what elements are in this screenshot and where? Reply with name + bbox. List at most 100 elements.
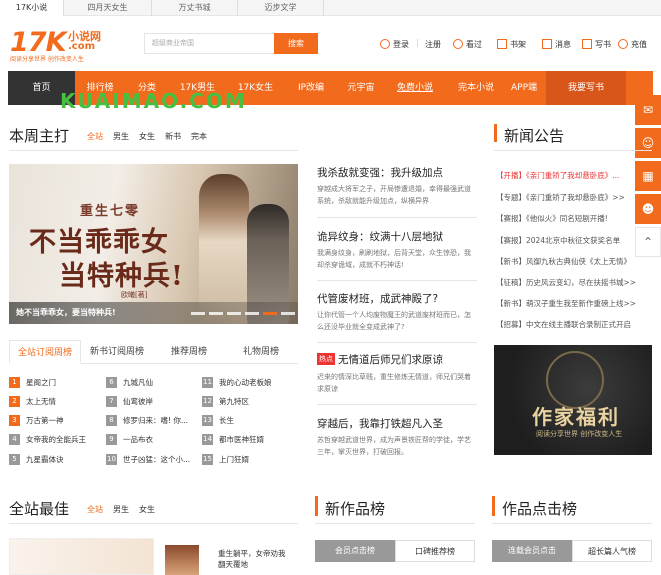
rank-item[interactable]: 11 我的心动老板娘 [202,377,272,388]
message-icon [542,39,552,49]
write-link[interactable]: 写书 [582,37,611,51]
rank-item[interactable]: 6 九城凡仙 [106,377,153,388]
rank-item[interactable]: 14 都市医神狂婿 [202,434,264,445]
rank-item[interactable]: 8 修罗归来：嗜! 你... [106,415,188,426]
rank-item[interactable]: 7 仙鸾彼岸 [106,396,153,407]
rank-title: 太上无情 [26,397,56,406]
section-accent-bar [494,124,497,142]
weekly-tab-new[interactable]: 新书 [165,131,181,142]
book-card-image[interactable] [9,538,154,575]
story-desc: 我满身纹身，刷刷地狱，后背天堂，众生惊恐，我却杀穿诡域，成就不朽神话! [317,249,471,269]
rank-item[interactable]: 4 女帝我的全能兵王 [9,434,86,445]
rank-item[interactable]: 9 一品布衣 [106,434,153,445]
register-link[interactable]: 注册 [425,37,441,51]
service-icon[interactable]: ☻ [635,194,661,224]
rank-tab-all-sub[interactable]: 全站订阅周榜 [9,340,81,364]
weekly-tab-all[interactable]: 全站 [87,131,103,142]
long-popular-button[interactable]: 超长篇人气榜 [572,540,652,562]
book-title[interactable]: 重生躺平，女帝劝我 翻天覆地 [218,548,286,570]
history-link[interactable]: 看过 [453,37,482,51]
bookshelf-link[interactable]: 书架 [497,37,526,51]
messages-label: 消息 [555,39,571,49]
carousel-dot[interactable] [227,312,241,315]
news-item[interactable]: 【赛报】《他似火》同名短剧开播! [496,213,608,224]
carousel-dot[interactable] [191,312,205,315]
news-item[interactable]: 【新书】风御九秋古典仙侠《太上无情》 [496,256,631,267]
search-button[interactable]: 搜索 [274,33,318,54]
weibo-icon[interactable]: ☺ [635,128,661,158]
nav-ip[interactable]: IP改编 [286,71,336,105]
rank-tab-gift[interactable]: 礼物周榜 [225,340,297,364]
carousel-dot[interactable] [281,312,295,315]
carousel-dot[interactable] [209,312,223,315]
nav-metaverse[interactable]: 元宇宙 [338,71,384,105]
rank-tab-new-sub[interactable]: 新书订阅周榜 [81,340,153,364]
weekly-tab-male[interactable]: 男生 [113,131,129,142]
nav-complete[interactable]: 完本小说 [448,71,504,105]
site-tab-april[interactable]: 四月天女生 [64,0,152,16]
weekly-title: 本周主打 [9,127,70,145]
rank-number: 3 [9,415,20,426]
search-input[interactable]: 超级商业帝国 [144,33,274,54]
news-item[interactable]: 【赛报】2024北京中秋征文获奖名单 [496,235,620,246]
news-item[interactable]: 【开播】《亲门重矫了我却悬卧底》... [496,170,619,181]
carousel-dot-active[interactable] [263,312,277,315]
weekly-tab-complete[interactable]: 完本 [191,131,207,142]
rank-title: 星阁之门 [26,378,56,387]
rank-item[interactable]: 5 九星霸体诀 [9,454,64,465]
rank-item[interactable]: 10 世子凶猛：这个小... [106,454,190,465]
story-title[interactable]: 诡异纹身：纹满十八层地狱 [317,229,443,244]
news-item[interactable]: 【新书】萌汉子重生我至新作重磅上线>> [496,298,636,309]
nav-free[interactable]: 免费小说 [386,71,444,105]
best-tab-all[interactable]: 全站 [87,504,103,515]
news-item[interactable]: 【征稿】历史风云变幻，尽在扶摇书城>> [496,277,636,288]
messages-link[interactable]: 消息 [542,37,571,51]
weekly-tabs: 全站 男生 女生 新书 完本 [87,131,207,142]
rank-title: 世子凶猛：这个小... [123,455,191,464]
rank-item[interactable]: 2 太上无情 [9,396,56,407]
bookshelf-label: 书架 [510,39,526,49]
story-title[interactable]: 代管废材班，成武神殿了? [317,291,438,306]
story-title[interactable]: 我杀敌就变强：我升级加点 [317,165,443,180]
rank-item[interactable]: 12 第九特区 [202,396,249,407]
click-rank-title: 作品点击榜 [502,500,578,518]
qrcode-icon[interactable]: ▦ [635,161,661,191]
best-tab-female[interactable]: 女生 [139,504,155,515]
wechat-icon[interactable]: ✉ [635,95,661,125]
news-tag: 【征稿】 [496,278,526,287]
carousel-dot[interactable] [245,312,259,315]
news-item[interactable]: 【招募】中文在线主播联合录制正式开启 [496,319,631,330]
serial-member-click-button[interactable]: 连载会员点击 [492,540,572,562]
site-tab-wanzhang[interactable]: 万丈书城 [152,0,238,16]
news-item[interactable]: 【专题】《亲门重矫了我却悬卧底》>> [496,192,625,203]
featured-banner[interactable]: 重生七零 不当乖乖女 当特种兵! 欧曦[著] 她不当乖乖女，要当特种兵! [9,164,298,324]
site-tab-maibu[interactable]: 迈步文学 [238,0,324,16]
site-logo[interactable]: 17K 小说网 .com 阅读分享世界 创作改变人生 [10,27,115,63]
rank-item[interactable]: 1 星阁之门 [9,377,56,388]
site-tab-17k[interactable]: 17K小说 [0,0,64,16]
rank-tab-recommend[interactable]: 推荐周榜 [153,340,225,364]
banner-author: 欧曦[著] [121,291,148,299]
rank-item[interactable]: 15 上门狂婿 [202,454,249,465]
divider [317,217,477,218]
best-tab-male[interactable]: 男生 [113,504,129,515]
author-welfare-banner[interactable]: 作家福利 阅读分享世界 创作改变人生 [494,345,652,455]
nav-write-book[interactable]: 我要写书 [546,71,626,105]
rank-title: 仙鸾彼岸 [123,397,153,406]
rank-title: 万古第一神 [26,416,64,425]
divider [317,342,477,343]
rank-item[interactable]: 3 万古第一神 [9,415,64,426]
recharge-link[interactable]: 充值 [618,37,647,51]
back-to-top-icon[interactable]: ⌃ [635,227,661,257]
nav-app[interactable]: APP端 [506,71,542,105]
story-title[interactable]: 穿越后，我靠打铁超凡入圣 [317,416,443,431]
reputation-rank-button[interactable]: 口碑推荐榜 [395,540,475,562]
register-label: 注册 [425,39,441,49]
member-click-rank-button[interactable]: 会员点击榜 [315,540,395,562]
rank-item[interactable]: 13 长生 [202,415,234,426]
news-text: 《亲门重矫了我却悬卧底》... [526,171,620,180]
story-title[interactable]: 无情道后师兄们求原谅 [338,352,443,367]
weekly-tab-female[interactable]: 女生 [139,131,155,142]
login-link[interactable]: 登录 [380,37,409,51]
book-cover[interactable] [165,545,199,575]
